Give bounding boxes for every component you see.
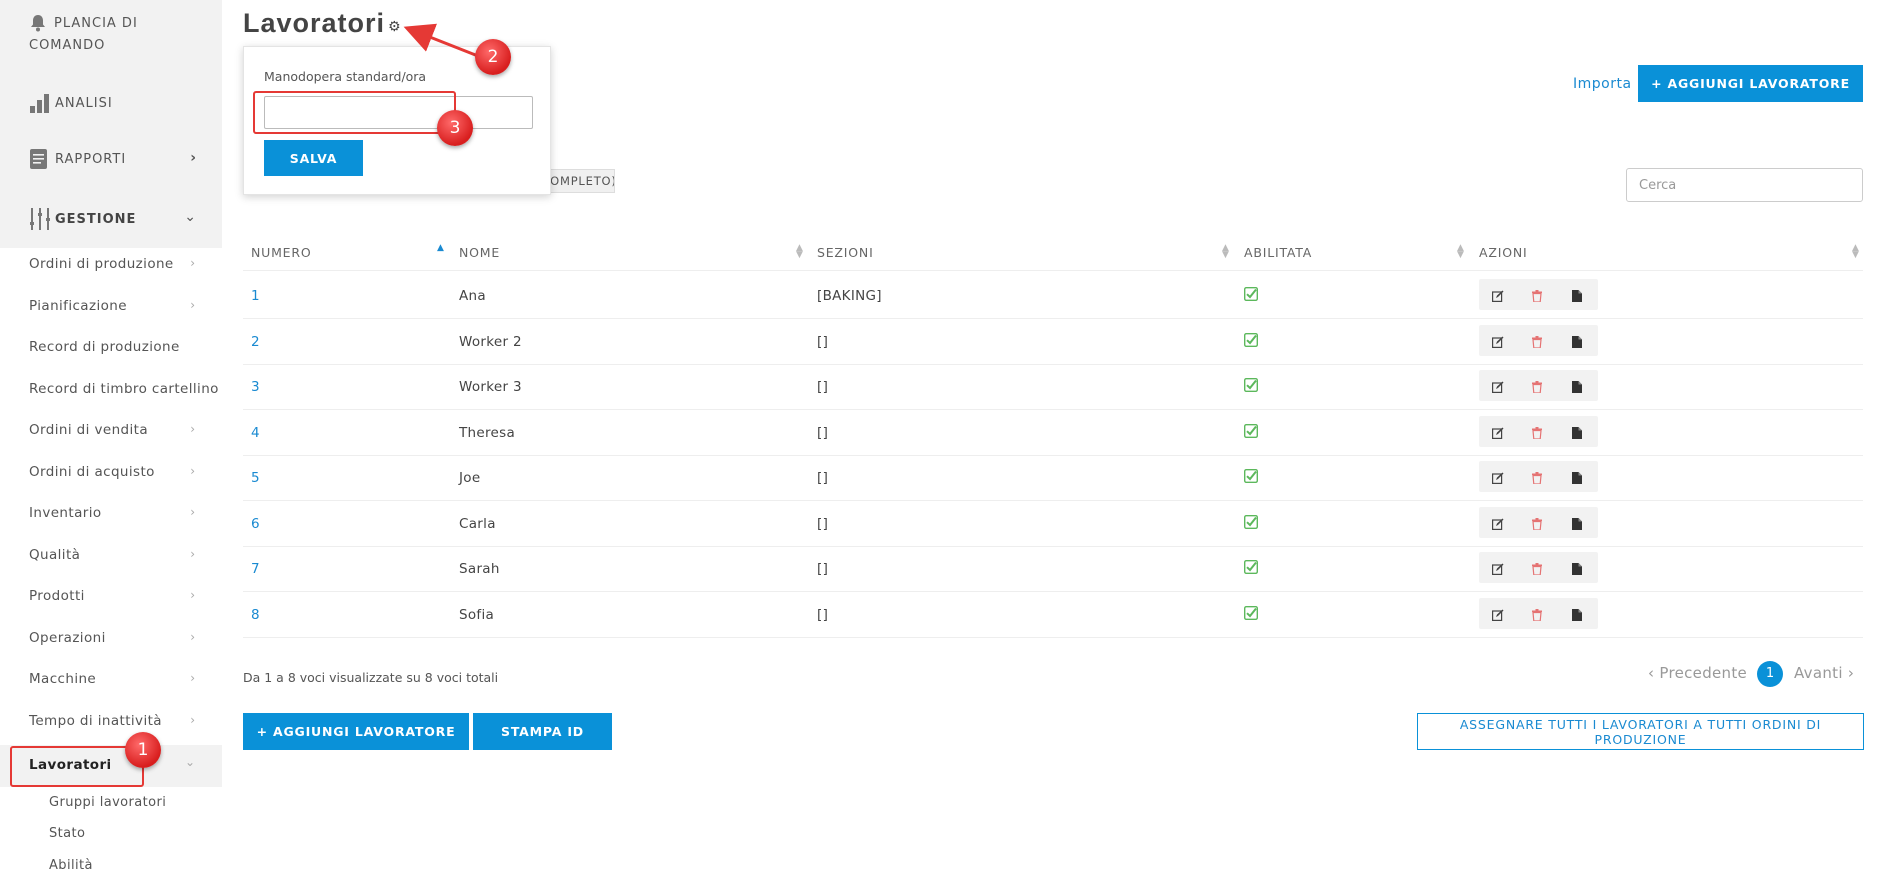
- annotation-marker-3: 3: [437, 110, 473, 146]
- annotation-marker-1: 1: [125, 732, 161, 768]
- annotation-arrow: [403, 23, 479, 58]
- annotation-marker-2: 2: [475, 39, 511, 75]
